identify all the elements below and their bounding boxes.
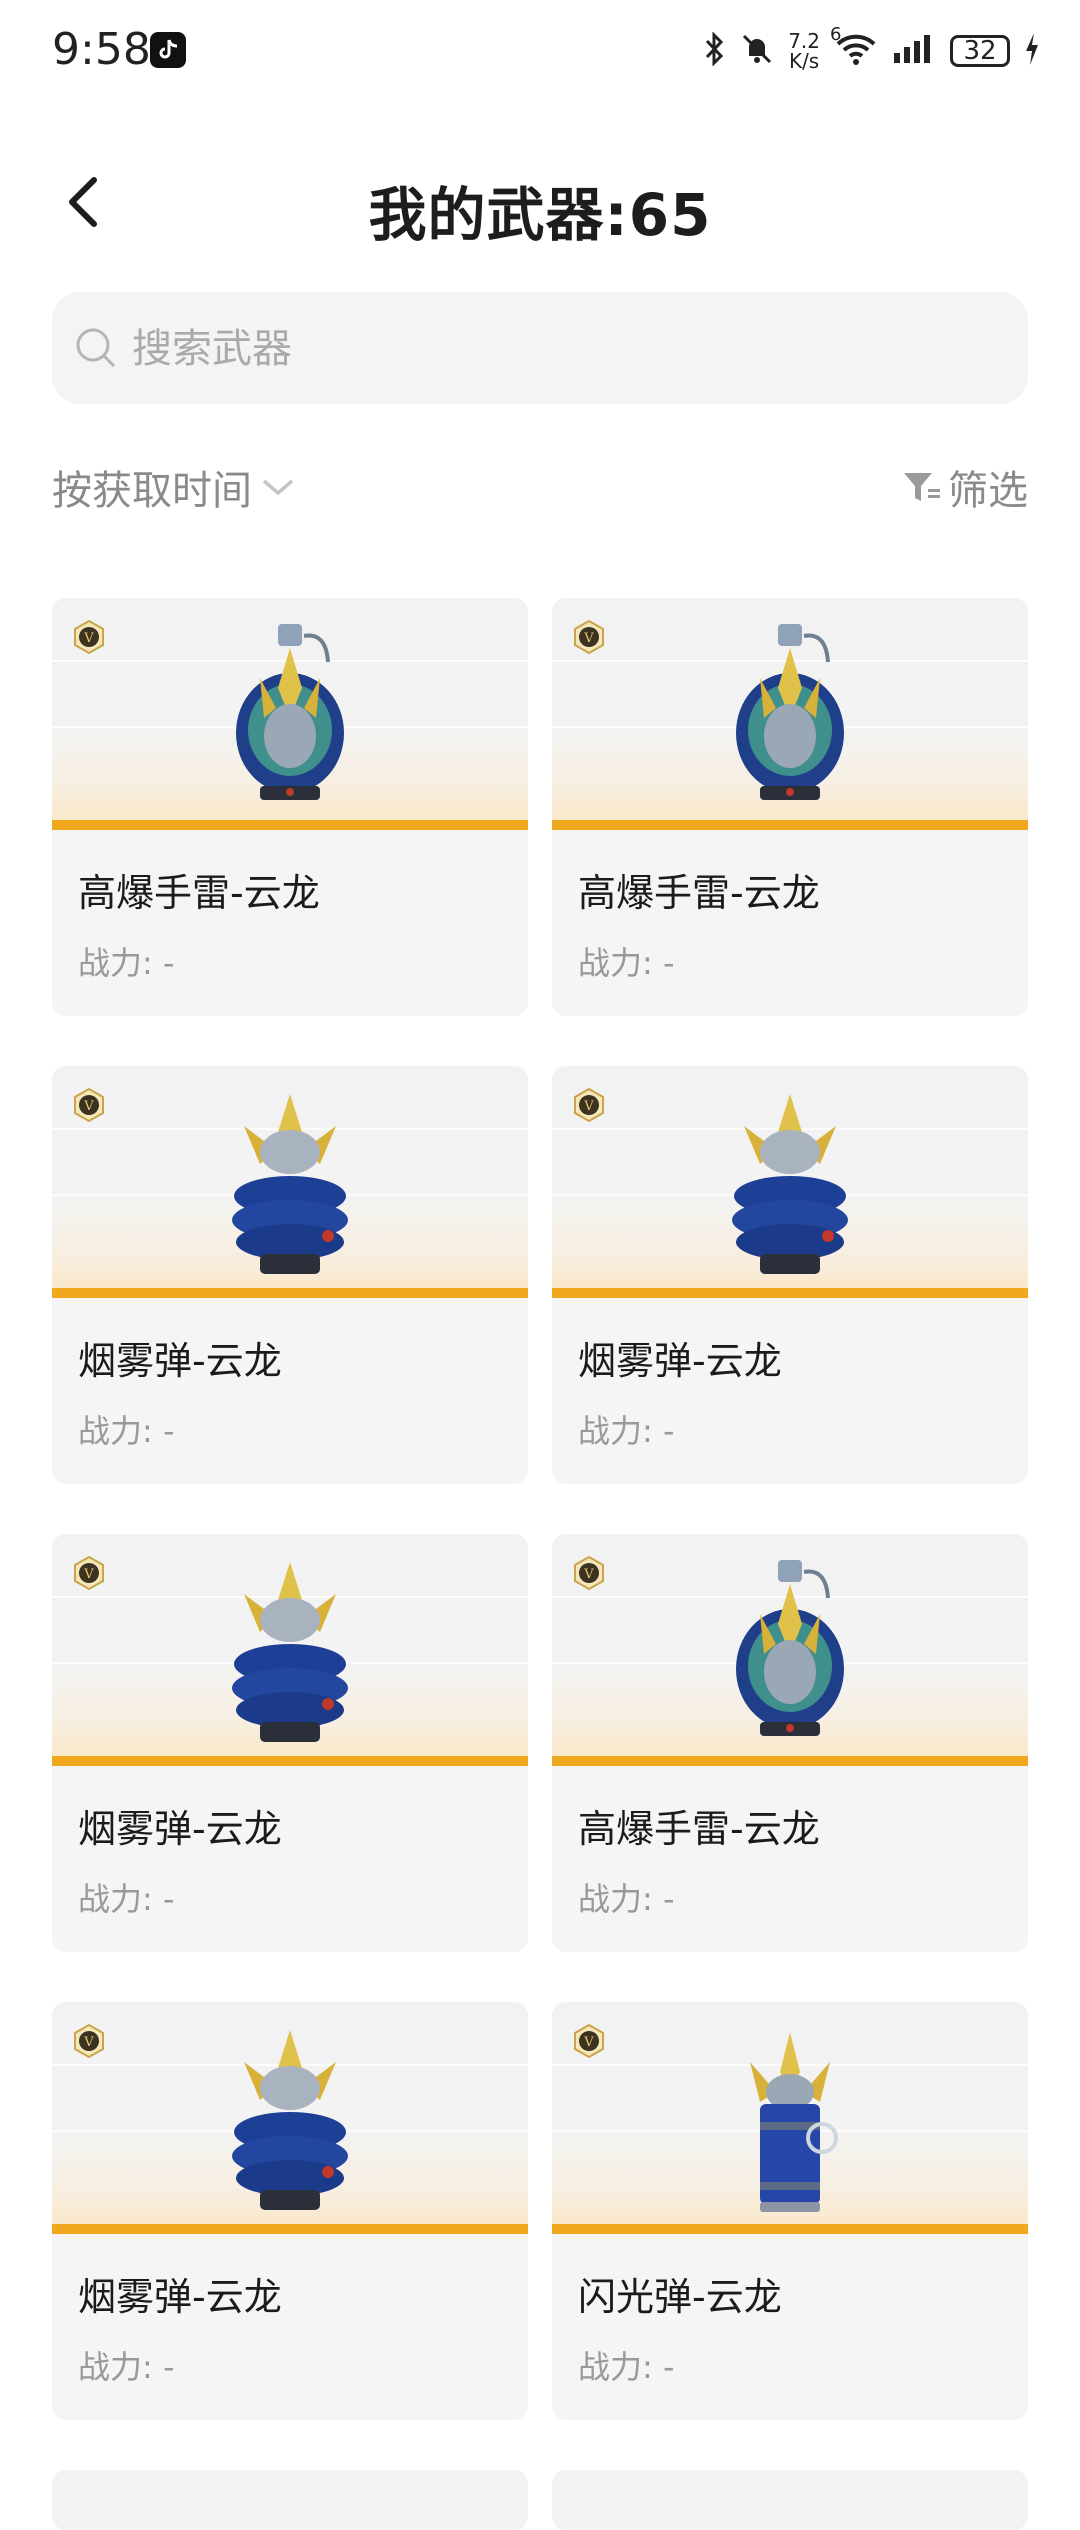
v-badge-icon: V [72,1555,106,1591]
rarity-bar [52,1288,528,1298]
weapon-power: 战力: - [578,2348,675,2386]
sort-dropdown[interactable]: 按获取时间 [52,458,296,516]
weapon-name: 闪光弹-云龙 [578,2275,782,2319]
weapon-card-partial[interactable] [52,2470,528,2530]
weapon-image-area: V [552,1534,1028,1766]
svg-text:V: V [83,631,94,646]
bluetooth-icon [704,31,726,70]
weapon-power: 战力: - [578,1412,675,1450]
charging-icon [1024,33,1040,69]
filter-icon [904,473,940,501]
v-badge-icon: V [72,2023,106,2059]
rarity-bar [552,2224,1028,2234]
weapon-card[interactable]: V 烟雾弹-云龙战力: - [52,1534,528,1952]
rarity-bar [552,1756,1028,1766]
weapon-image-area: V [52,1066,528,1298]
svg-text:V: V [83,1099,94,1114]
weapon-power: 战力: - [578,944,675,982]
v-badge-icon: V [572,1087,606,1123]
weapon-card-partial[interactable] [552,2470,1028,2530]
search-icon [76,328,116,368]
rarity-bar [52,2224,528,2234]
weapon-power: 战力: - [78,1880,175,1918]
mute-bell-icon [740,32,774,70]
weapon-name: 烟雾弹-云龙 [78,2275,282,2319]
v-badge-icon: V [572,1555,606,1591]
weapon-card[interactable]: V 高爆手雷-云龙战力: - [52,598,528,1016]
search-bar[interactable] [52,292,1028,404]
weapon-grid: V 高爆手雷-云龙 战力: - V 高爆手雷-云龙 战力: - V 烟雾弹-云龙 战力: -V烟… [52,598,1028,2420]
filter-button[interactable]: 筛选 [902,458,1028,516]
filter-label: 筛选 [948,468,1028,514]
svg-text:V: V [583,631,594,646]
wifi-icon: 6 [830,24,878,70]
svg-text:V: V [583,1099,594,1114]
rarity-bar [552,820,1028,830]
page-title: 我的武器:65 [368,181,712,249]
tiktok-icon [150,32,186,68]
weapon-name: 高爆手雷-云龙 [578,1807,820,1851]
weapon-card[interactable]: V 闪光弹-云龙战力: - [552,2002,1028,2420]
battery-icon: 32 [950,35,1010,67]
weapon-name: 烟雾弹-云龙 [578,1339,782,1383]
status-bar: 9:58 7.2 K/s 6 32 [0,0,1080,100]
svg-text:V: V [83,2035,94,2050]
weapon-card[interactable]: V 烟雾弹-云龙战力: - [52,2002,528,2420]
weapon-image-area: V [552,2002,1028,2234]
weapon-image-area: V [552,598,1028,830]
svg-text:V: V [583,2035,594,2050]
weapon-card[interactable]: V 烟雾弹-云龙战力: - [52,1066,528,1484]
rarity-bar [552,1288,1028,1298]
weapon-image-area: V [52,598,528,830]
weapon-card[interactable]: V 高爆手雷-云龙战力: - [552,1534,1028,1952]
weapon-image-area: V [52,1534,528,1766]
v-badge-icon: V [572,2023,606,2059]
chevron-down-icon [262,479,294,496]
weapon-name: 烟雾弹-云龙 [78,1807,282,1851]
weapon-name: 烟雾弹-云龙 [78,1339,282,1383]
weapon-power: 战力: - [78,1412,175,1450]
weapon-image-area: V [552,1066,1028,1298]
net-speed: 7.2 K/s [788,29,820,73]
v-badge-icon: V [572,619,606,655]
svg-text:V: V [83,1567,94,1582]
weapon-card[interactable]: V 烟雾弹-云龙战力: - [552,1066,1028,1484]
weapon-power: 战力: - [578,1880,675,1918]
weapon-name: 高爆手雷-云龙 [578,871,820,915]
sort-label: 按获取时间 [52,468,252,514]
weapon-card[interactable]: V 高爆手雷-云龙战力: - [552,598,1028,1016]
weapon-power: 战力: - [78,944,175,982]
search-input[interactable] [130,312,994,386]
v-badge-icon: V [72,619,106,655]
svg-text:V: V [583,1567,594,1582]
rarity-bar [52,820,528,830]
status-time: 9:58 [52,24,151,75]
rarity-bar [52,1756,528,1766]
signal-icon [892,33,936,69]
weapon-name: 高爆手雷-云龙 [78,871,320,915]
weapon-power: 战力: - [78,2348,175,2386]
weapon-image-area: V [52,2002,528,2234]
v-badge-icon: V [72,1087,106,1123]
